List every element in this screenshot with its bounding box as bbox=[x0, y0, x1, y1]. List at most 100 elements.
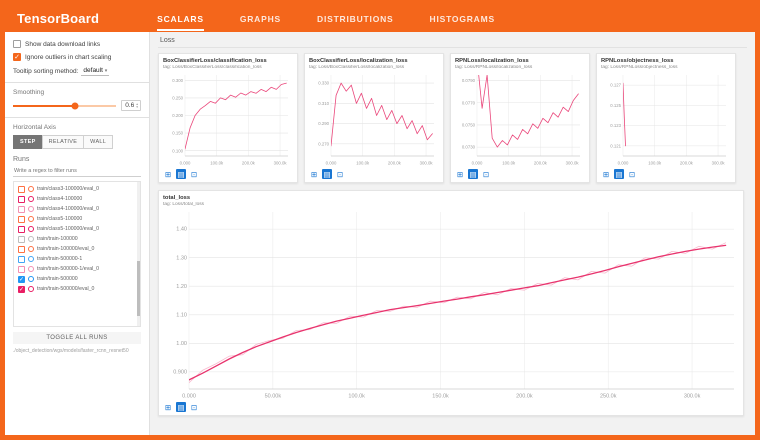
data-table-icon[interactable]: ▤ bbox=[468, 169, 478, 179]
run-label: train/train-500000 bbox=[37, 276, 78, 282]
chart-cards-row: BoxClassifierLoss/classification_loss ta… bbox=[158, 53, 747, 183]
runs-filter-input[interactable] bbox=[13, 166, 141, 177]
smoothing-slider[interactable] bbox=[13, 105, 116, 107]
run-checkbox[interactable] bbox=[18, 206, 25, 213]
slider-thumb[interactable] bbox=[71, 102, 78, 109]
run-checkbox[interactable]: ✓ bbox=[18, 276, 25, 283]
svg-text:1.00: 1.00 bbox=[176, 341, 187, 347]
slider-fill bbox=[13, 105, 75, 107]
fullscreen-icon[interactable]: ⊞ bbox=[601, 169, 611, 179]
run-checkbox[interactable] bbox=[18, 186, 25, 193]
run-row[interactable]: ✓ train/train-500000 bbox=[14, 274, 140, 284]
run-color-dot bbox=[28, 256, 34, 262]
chart-plot[interactable]: 0.000100.0k200.0k300.0k0.1210.1230.1250.… bbox=[601, 72, 731, 166]
run-checkbox[interactable] bbox=[18, 226, 25, 233]
svg-text:0.200: 0.200 bbox=[172, 113, 183, 118]
runs-log-path: ./object_detection/wgs/models/faster_rcn… bbox=[13, 348, 141, 355]
svg-text:0.000: 0.000 bbox=[326, 161, 337, 166]
run-row[interactable]: train/class5-100000 bbox=[14, 214, 140, 224]
svg-text:0.150: 0.150 bbox=[172, 131, 183, 136]
run-color-dot bbox=[28, 216, 34, 222]
runs-scrollbar[interactable] bbox=[137, 182, 140, 326]
ignore-outliers-option[interactable]: ✓ Ignore outliers in chart scaling bbox=[13, 53, 141, 61]
fullscreen-icon[interactable]: ⊞ bbox=[163, 169, 173, 179]
run-checkbox[interactable] bbox=[18, 236, 25, 243]
run-checkbox[interactable] bbox=[18, 196, 25, 203]
run-row[interactable]: train/class4-100000 bbox=[14, 194, 140, 204]
fit-domain-icon[interactable]: ⊡ bbox=[335, 169, 345, 179]
data-table-icon[interactable]: ▤ bbox=[176, 169, 186, 179]
data-table-icon[interactable]: ▤ bbox=[322, 169, 332, 179]
show-download-links-option[interactable]: Show data download links bbox=[13, 40, 141, 48]
option-label: Show data download links bbox=[25, 41, 100, 48]
smoothing-control: 0.6 ▴▾ bbox=[13, 100, 141, 111]
axis-relative-button[interactable]: RELATIVE bbox=[42, 135, 85, 149]
tab-graphs[interactable]: GRAPHS bbox=[240, 7, 281, 31]
svg-text:0.300: 0.300 bbox=[172, 78, 183, 83]
fit-domain-icon[interactable]: ⊡ bbox=[189, 402, 199, 412]
tab-scalars[interactable]: SCALARS bbox=[157, 7, 204, 31]
run-row[interactable]: train/train-500000-1/eval_0 bbox=[14, 264, 140, 274]
fullscreen-icon[interactable]: ⊞ bbox=[455, 169, 465, 179]
svg-text:1.30: 1.30 bbox=[176, 255, 187, 261]
svg-text:100.0k: 100.0k bbox=[356, 161, 370, 166]
axis-wall-button[interactable]: WALL bbox=[83, 135, 113, 149]
chart-toolbar: ⊞ ▤ ⊡ bbox=[455, 169, 585, 179]
chart-plot[interactable]: 0.000100.0k200.0k300.0k0.07300.07500.077… bbox=[455, 72, 585, 166]
run-checkbox[interactable] bbox=[18, 266, 25, 273]
chart-plot[interactable]: 0.00050.00k100.0k150.0k200.0k250.0k300.0… bbox=[163, 209, 739, 399]
run-row[interactable]: train/class4-100000/eval_0 bbox=[14, 204, 140, 214]
tab-distributions[interactable]: DISTRIBUTIONS bbox=[317, 7, 394, 31]
checkbox-icon[interactable]: ✓ bbox=[13, 53, 21, 61]
run-row[interactable]: train/class5-100000/eval_0 bbox=[14, 224, 140, 234]
run-list: train/class3-100000/eval_0 train/class4-1… bbox=[13, 181, 141, 327]
chart-plot[interactable]: 0.000100.0k200.0k300.0k0.2700.2900.3100.… bbox=[309, 72, 439, 166]
svg-text:300.0k: 300.0k bbox=[420, 161, 434, 166]
app-title: TensorBoard bbox=[17, 11, 99, 26]
toggle-all-runs-button[interactable]: TOGGLE ALL RUNS bbox=[13, 332, 141, 344]
run-checkbox[interactable] bbox=[18, 256, 25, 263]
svg-text:100.0k: 100.0k bbox=[348, 394, 365, 400]
svg-text:300.0k: 300.0k bbox=[274, 161, 288, 166]
run-checkbox[interactable] bbox=[18, 246, 25, 253]
run-label: train/train-500000/eval_0 bbox=[37, 286, 94, 292]
tooltip-sorting-select[interactable]: default ▾ bbox=[81, 67, 109, 76]
divider bbox=[5, 82, 149, 83]
run-row[interactable]: train/train-100000 bbox=[14, 234, 140, 244]
run-checkbox[interactable] bbox=[18, 216, 25, 223]
stepper-icons[interactable]: ▴▾ bbox=[136, 103, 138, 109]
svg-text:0.000: 0.000 bbox=[472, 161, 483, 166]
run-color-dot bbox=[28, 186, 34, 192]
svg-text:0.125: 0.125 bbox=[610, 103, 621, 108]
chart-toolbar: ⊞ ▤ ⊡ bbox=[309, 169, 439, 179]
sidebar: Show data download links ✓ Ignore outlie… bbox=[5, 32, 150, 435]
run-row[interactable]: train/train-500000-1 bbox=[14, 254, 140, 264]
fullscreen-icon[interactable]: ⊞ bbox=[309, 169, 319, 179]
svg-text:150.0k: 150.0k bbox=[432, 394, 449, 400]
svg-text:200.0k: 200.0k bbox=[534, 161, 548, 166]
scrollbar-thumb[interactable] bbox=[137, 261, 140, 316]
tab-histograms[interactable]: HISTOGRAMS bbox=[430, 7, 495, 31]
fit-domain-icon[interactable]: ⊡ bbox=[627, 169, 637, 179]
smoothing-value-input[interactable]: 0.6 ▴▾ bbox=[121, 100, 141, 111]
fullscreen-icon[interactable]: ⊞ bbox=[163, 402, 173, 412]
chart-card-classification-loss: BoxClassifierLoss/classification_loss ta… bbox=[158, 53, 298, 183]
run-label: train/train-500000-1 bbox=[37, 256, 82, 262]
fit-domain-icon[interactable]: ⊡ bbox=[481, 169, 491, 179]
chart-tag: tag: Loss/RPNLoss/objectness_loss bbox=[601, 65, 731, 70]
chart-plot[interactable]: 0.000100.0k200.0k300.0k0.1000.1500.2000.… bbox=[163, 72, 293, 166]
data-table-icon[interactable]: ▤ bbox=[176, 402, 186, 412]
tag-group-header-loss[interactable]: Loss bbox=[158, 36, 747, 48]
svg-text:0.000: 0.000 bbox=[182, 394, 196, 400]
run-checkbox[interactable]: ✓ bbox=[18, 286, 25, 293]
svg-text:300.0k: 300.0k bbox=[712, 161, 726, 166]
data-table-icon[interactable]: ▤ bbox=[614, 169, 624, 179]
fit-domain-icon[interactable]: ⊡ bbox=[189, 169, 199, 179]
run-row[interactable]: ✓ train/train-500000/eval_0 bbox=[14, 284, 140, 294]
checkbox-icon[interactable] bbox=[13, 40, 21, 48]
run-color-dot bbox=[28, 236, 34, 242]
run-label: train/class4-100000 bbox=[37, 196, 82, 202]
run-row[interactable]: train/train-100000/eval_0 bbox=[14, 244, 140, 254]
run-row[interactable]: train/class3-100000/eval_0 bbox=[14, 184, 140, 194]
axis-step-button[interactable]: STEP bbox=[13, 135, 43, 149]
